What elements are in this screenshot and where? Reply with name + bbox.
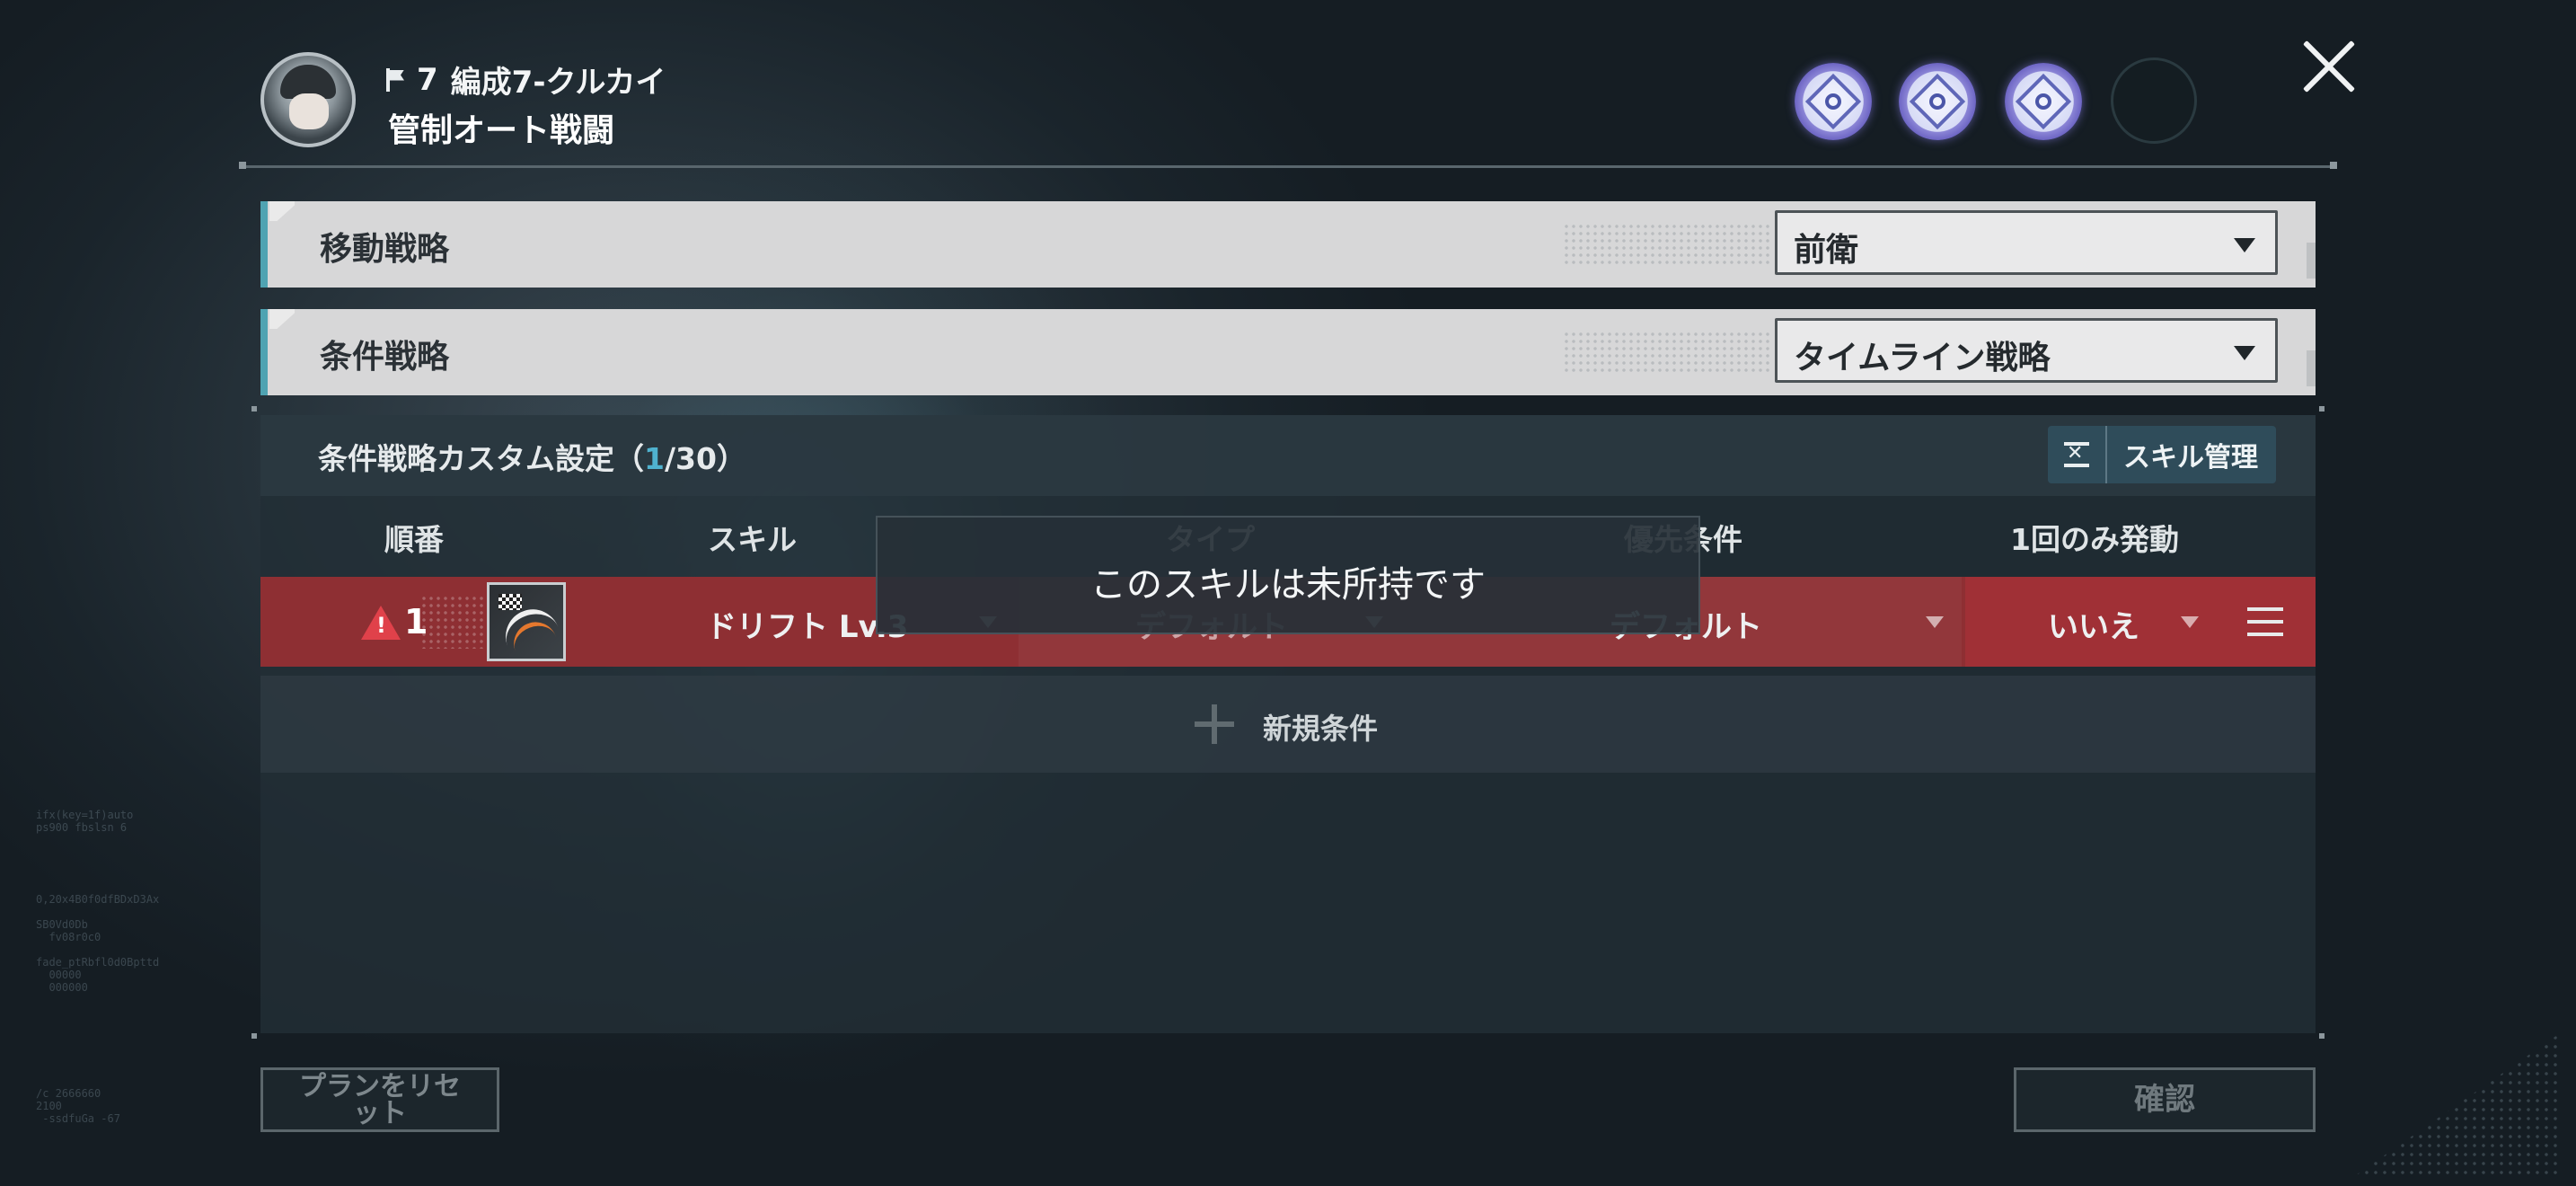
confirm-button[interactable]: 確認 [2014,1067,2316,1132]
skill-management-label: スキル管理 [2123,442,2258,474]
condition-count: 1 [644,441,665,476]
header-divider [243,165,2335,168]
chevron-down-icon [2234,238,2255,252]
empty-badge-slot[interactable] [2111,58,2197,144]
skill-badge-icon[interactable] [1899,63,1976,140]
move-strategy-label: 移動戦略 [320,231,450,268]
condition-strategy-label: 条件戦略 [320,339,450,376]
panel-corner [2319,406,2325,412]
move-strategy-bar: 移動戦略 前衛 [260,201,2316,288]
reset-plan-label: プランをリセット [299,1071,461,1129]
team-name: 編成7-クルカイ [450,65,666,101]
chevron-down-icon [1926,616,1944,628]
divider-corner [2330,162,2337,169]
column-header-order: 順番 [384,522,444,557]
background-debug-text: 0,20x4B0f0dfBDxD3Ax SB0Vd0Db fv08r0c0 fa… [36,893,160,994]
skill-badge-icon[interactable] [1795,63,1872,140]
divider-corner [239,162,246,169]
move-strategy-dropdown[interactable]: 前衛 [1775,210,2278,275]
toast-message: このスキルは未所持です [876,516,1700,634]
condition-strategy-dropdown[interactable]: タイムライン戦略 [1775,318,2278,383]
dot-pattern [1563,331,1769,372]
plus-icon [1195,704,1234,744]
skill-management-icon [2048,426,2107,483]
panel-header: 条件戦略カスタム設定（1/30） スキル管理 [260,415,2316,496]
add-condition-button[interactable]: 新規条件 [260,676,2316,773]
skill-thumbnail[interactable] [487,582,566,661]
flag-icon [384,67,404,92]
warning-icon [361,606,401,640]
column-header-once: 1回のみ発動 [2010,522,2179,557]
skill-badge-icon[interactable] [2005,63,2082,140]
chevron-down-icon [2181,616,2199,628]
condition-strategy-bar: 条件戦略 タイムライン戦略 [260,309,2316,395]
custom-condition-panel: 条件戦略カスタム設定（1/30） スキル管理 順番 スキル タイプ 優先条件 1… [260,415,2316,1033]
dot-pattern [1563,223,1769,264]
confirm-label: 確認 [2134,1082,2195,1118]
toast-text: このスキルは未所持です [1090,564,1486,606]
custom-settings-title: 条件戦略カスタム設定（1/30） [318,441,746,476]
chevron-down-icon [2234,346,2255,360]
character-avatar[interactable] [260,52,356,147]
panel-corner [251,406,257,412]
skill-management-button[interactable]: スキル管理 [2048,426,2276,483]
add-condition-label: 新規条件 [1263,712,1379,746]
panel-corner [251,1033,257,1039]
once-select[interactable]: いいえ [2048,602,2139,646]
panel-corner [2319,1033,2325,1039]
drag-menu-icon[interactable] [2247,607,2283,636]
reset-plan-button[interactable]: プランをリセット [260,1067,499,1132]
background-debug-text: ifx(key=1f)auto ps900 fbslsn 6 [36,809,134,834]
corner-dot-pattern [2353,1033,2560,1177]
mode-title: 管制オート戦闘 [388,112,615,149]
column-header-skill: スキル [708,522,797,557]
team-line: 7 編成7-クルカイ [384,58,666,102]
background-debug-text: /c 2666660 2100 -ssdfuGa -67 [36,1087,120,1125]
move-strategy-value: 前衛 [1794,232,1859,269]
condition-strategy-value: タイムライン戦略 [1794,340,2051,376]
team-number: 7 [417,61,438,98]
close-icon[interactable] [2299,36,2359,95]
